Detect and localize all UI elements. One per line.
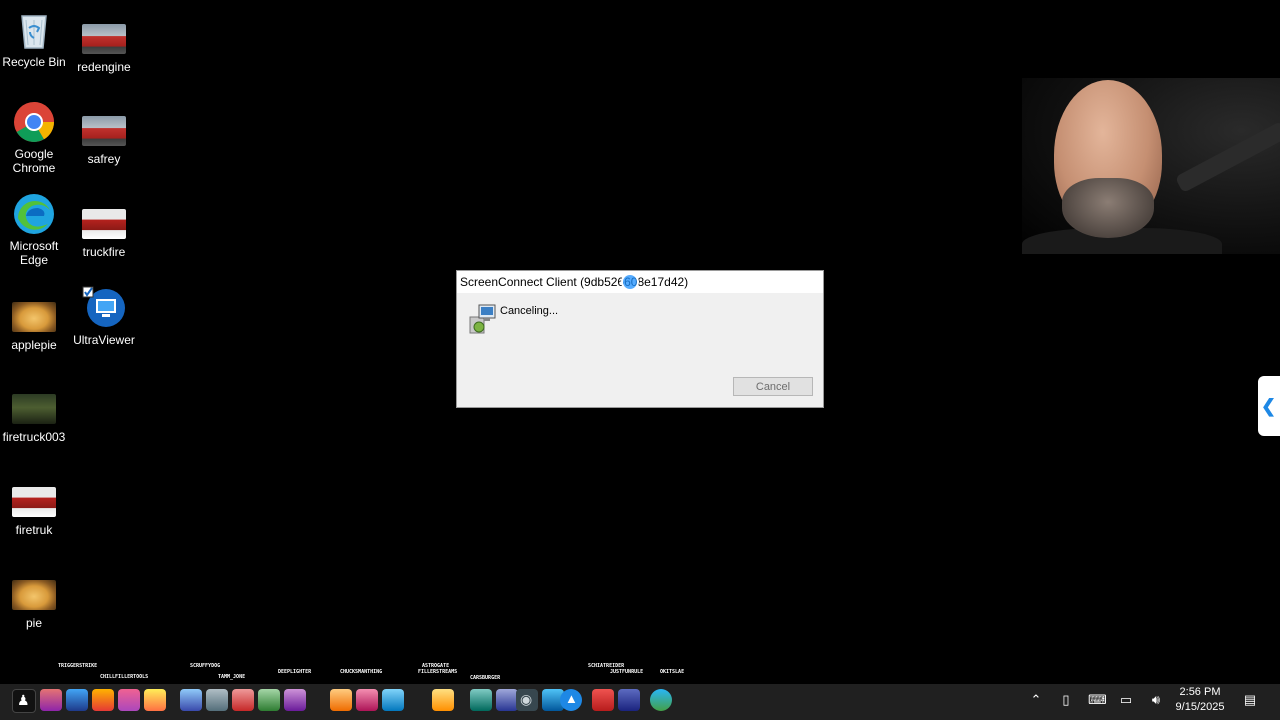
cursor-highlight-icon (621, 273, 639, 291)
overlay-caption: FILLERSTREAMS (418, 669, 458, 675)
taskbar-app-icon[interactable] (180, 689, 202, 711)
taskbar-app-icon[interactable] (496, 689, 518, 711)
keyboard-icon[interactable]: ⌨ (1088, 692, 1107, 708)
desktop-icon-firetruck003[interactable]: firetruck003 (0, 386, 68, 444)
overlay-caption: TAMM_JONE (218, 674, 246, 680)
pie-thumbnail-icon (12, 580, 56, 610)
desktop-icon-safrey[interactable]: safrey (70, 108, 138, 166)
clock-time: 2:56 PM (1179, 686, 1221, 698)
dialog-titlebar[interactable]: ScreenConnect Client (9db526608e17d42) (457, 271, 823, 293)
fire-truck-thumbnail-icon (12, 487, 56, 517)
notifications-icon[interactable]: ▤ (1242, 692, 1258, 708)
dialog-status-text: Canceling... (500, 305, 559, 317)
desktop-icon-microsoft-edge[interactable]: Microsoft Edge (0, 192, 68, 267)
device-icon[interactable]: ▯ (1058, 692, 1074, 708)
desktop-icon-truckfire[interactable]: truckfire (70, 201, 138, 259)
camera-app-icon[interactable]: ◉ (516, 689, 538, 711)
dialog-title-suffix: 8e17d42) (637, 275, 689, 289)
desktop-icon-label: UltraViewer (73, 333, 135, 347)
installer-icon (467, 303, 497, 335)
desktop-icon-ultraviewer[interactable]: UltraViewer (70, 286, 138, 347)
recycle-bin-icon (12, 8, 56, 52)
pie-thumbnail-icon (12, 302, 56, 332)
desktop-icon-label: applepie (11, 338, 57, 352)
taskbar-app-icon[interactable] (284, 689, 306, 711)
desktop-icon-applepie[interactable]: applepie (0, 294, 68, 352)
taskbar-app-icon[interactable] (470, 689, 492, 711)
fire-truck-thumbnail-icon (82, 24, 126, 54)
fire-truck-thumbnail-icon (12, 394, 56, 424)
cancel-button[interactable]: Cancel (733, 377, 813, 396)
delta-app-icon[interactable]: ▲ (560, 689, 582, 711)
overlay-caption: CARSBURGER (470, 675, 501, 681)
desktop-icon-label: safrey (87, 152, 121, 166)
chevron-up-icon[interactable]: ⌃ (1028, 692, 1044, 708)
taskbar-app-icon[interactable] (618, 689, 640, 711)
overlay-caption: TRIGGERSTRIKE (58, 663, 98, 669)
edge-taskbar-icon[interactable] (650, 689, 672, 711)
chevron-left-icon: ❮ (1261, 396, 1277, 416)
taskbar-app-icon[interactable] (144, 689, 166, 711)
taskbar-app-icon[interactable] (356, 689, 378, 711)
taskbar-app-icon[interactable] (382, 689, 404, 711)
desktop-icon-label: firetruck003 (2, 430, 66, 444)
taskbar-app-icon[interactable] (40, 689, 62, 711)
desktop-icon-label: Google Chrome (12, 147, 56, 175)
network-icon[interactable]: ▭ (1118, 692, 1134, 708)
ultraviewer-icon (82, 286, 126, 330)
webcam-overlay (1022, 78, 1280, 254)
overlay-caption: SCRUFFYDOG (190, 663, 221, 669)
desktop-icon-label: firetruk (15, 523, 53, 537)
screenconnect-dialog: ScreenConnect Client (9db526608e17d42) C… (456, 270, 824, 408)
desktop-icon-recycle-bin[interactable]: Recycle Bin (0, 8, 68, 69)
clock-date: 9/15/2025 (1175, 701, 1225, 713)
taskbar-app-icon[interactable] (66, 689, 88, 711)
desktop-icon-redengine[interactable]: redengine (70, 16, 138, 74)
taskbar-app-icon[interactable] (206, 689, 228, 711)
taskbar-app-icon[interactable] (118, 689, 140, 711)
overlay-caption: OKITSLAE (660, 669, 685, 675)
overlay-caption: CHUCKSMANTHING (340, 669, 383, 675)
dialog-title: ScreenConnect Client (9db52660 (460, 275, 638, 289)
fire-truck-thumbnail-icon (82, 116, 126, 146)
desktop-icon-label: redengine (77, 60, 131, 74)
chrome-icon (12, 100, 56, 144)
edge-icon (12, 192, 56, 236)
taskbar-app-icon[interactable] (258, 689, 280, 711)
volume-icon[interactable]: 🔊︎ (1148, 692, 1164, 708)
side-panel-tab[interactable]: ❮ (1258, 376, 1280, 436)
desktop-icon-google-chrome[interactable]: Google Chrome (0, 100, 68, 175)
desktop-icon-label: Recycle Bin (2, 55, 66, 69)
taskbar-app-icon[interactable] (92, 689, 114, 711)
taskbar-clock[interactable]: 2:56 PM 9/15/2025 (1168, 685, 1232, 715)
taskbar-app-icon[interactable] (330, 689, 352, 711)
start-button[interactable]: ♟ (12, 689, 36, 713)
desktop-icon-firetruk[interactable]: firetruk (0, 479, 68, 537)
desktop-icon-label: truckfire (82, 245, 126, 259)
taskbar-app-icon[interactable] (432, 689, 454, 711)
overlay-caption: JUSTFUNRULE (610, 669, 644, 675)
desktop-icon-label: pie (25, 616, 42, 630)
fire-truck-thumbnail-icon (82, 209, 126, 239)
desktop-icon-pie[interactable]: pie (0, 572, 68, 630)
taskbar-app-icon[interactable] (232, 689, 254, 711)
overlay-caption: CHILLFILLERTOOLS (100, 674, 149, 680)
desktop-icon-label: Microsoft Edge (9, 239, 59, 267)
overlay-caption: DEEPLIGHTER (278, 669, 312, 675)
taskbar-app-icon[interactable] (592, 689, 614, 711)
